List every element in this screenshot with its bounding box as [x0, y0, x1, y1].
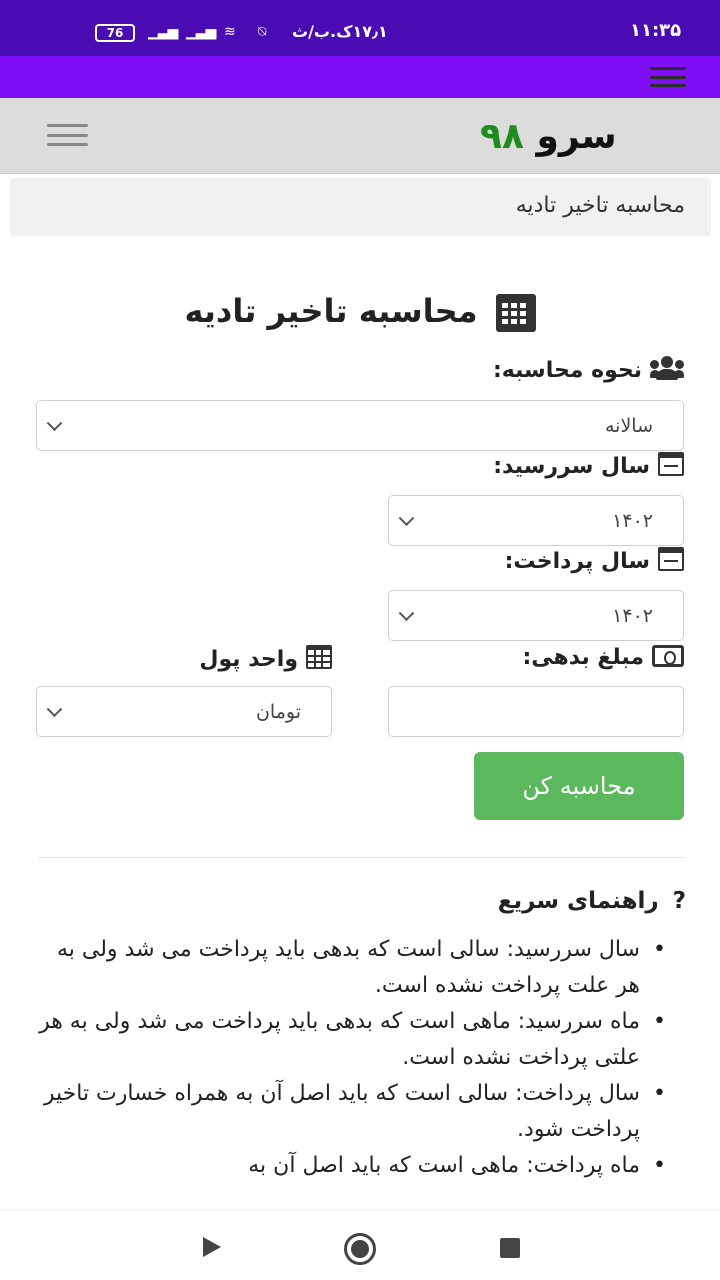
due-year-value: ۱۴۰۲: [612, 509, 653, 532]
currency-label-text: واحد پول: [199, 647, 298, 672]
cellular-signal-icon: ▁▃▅: [148, 24, 178, 40]
debt-amount-input[interactable]: [388, 686, 684, 737]
calendar-grid-icon: [306, 645, 332, 669]
breadcrumb: محاسبه تاخیر تادیه: [10, 178, 711, 236]
site-menu-icon[interactable]: [47, 124, 88, 146]
debt-amount-label-text: مبلغ بدهی:: [522, 645, 644, 670]
back-icon[interactable]: [203, 1237, 221, 1257]
calculate-button[interactable]: محاسبه کن: [474, 752, 684, 820]
help-list: سال سررسید: سالی است که بدهی باید پرداخت…: [34, 932, 666, 1184]
payment-year-label: سال پرداخت:: [505, 547, 684, 574]
due-year-label-text: سال سررسید:: [493, 454, 650, 479]
due-year-label: سال سررسید:: [493, 452, 684, 479]
payment-year-label-text: سال پرداخت:: [504, 549, 650, 574]
help-title: ? راهنمای سریع: [498, 888, 686, 914]
help-item: ماه پرداخت: ماهی است که باید اصل آن به: [34, 1148, 666, 1184]
debt-amount-label: مبلغ بدهی:: [522, 645, 684, 670]
money-icon: [652, 645, 684, 667]
muted-bell-icon: ⍉: [258, 24, 266, 40]
method-select[interactable]: سالانه: [36, 400, 684, 451]
question-icon: ?: [672, 888, 686, 914]
top-nav-bar: [0, 56, 720, 98]
method-label: نحوه محاسبه:: [493, 356, 684, 383]
screen: 76 ▁▃▅ ▁▃▅ ≋ ⍉ ۱۷٫۱ک.ب/ث ۱۱:۳۵ سرو ۹۸ مح…: [0, 0, 720, 1280]
chevron-down-icon: [398, 604, 415, 621]
network-speed: ۱۷٫۱ک.ب/ث: [292, 22, 388, 41]
users-icon: [650, 356, 684, 380]
home-icon[interactable]: [344, 1233, 376, 1265]
help-item: سال پرداخت: سالی است که باید اصل آن به ه…: [34, 1076, 666, 1148]
calendar-icon: [658, 452, 684, 476]
chevron-down-icon: [46, 700, 63, 717]
status-time: ۱۱:۳۵: [630, 20, 682, 41]
wifi-icon: ≋: [224, 24, 236, 40]
page-title-text: محاسبه تاخیر تادیه: [184, 292, 478, 330]
help-item: سال سررسید: سالی است که بدهی باید پرداخت…: [34, 932, 666, 1004]
divider: [38, 857, 684, 858]
currency-value: تومان: [255, 700, 301, 723]
recent-apps-icon[interactable]: [500, 1238, 520, 1258]
payment-year-value: ۱۴۰۲: [612, 604, 653, 627]
help-title-text: راهنمای سریع: [497, 888, 659, 914]
method-label-text: نحوه محاسبه:: [492, 358, 642, 383]
chevron-down-icon: [398, 509, 415, 526]
site-header: سرو ۹۸: [0, 98, 720, 174]
help-item: ماه سررسید: ماهی است که بدهی باید پرداخت…: [34, 1004, 666, 1076]
cellular-signal-2-icon: ▁▃▅: [186, 24, 216, 40]
calendar-icon: [658, 547, 684, 571]
logo-text: سرو: [536, 116, 617, 157]
chevron-down-icon: [46, 414, 63, 431]
battery-indicator: 76: [95, 24, 135, 42]
logo-number: ۹۸: [480, 116, 524, 157]
payment-year-select[interactable]: ۱۴۰۲: [388, 590, 684, 641]
site-logo[interactable]: سرو ۹۸: [480, 116, 617, 157]
currency-label: واحد پول: [199, 645, 332, 672]
system-nav-bar: [0, 1210, 720, 1280]
calculator-icon: [495, 294, 536, 332]
method-select-value: سالانه: [604, 414, 653, 437]
currency-select[interactable]: تومان: [36, 686, 332, 737]
status-bar: 76 ▁▃▅ ▁▃▅ ≋ ⍉ ۱۷٫۱ک.ب/ث ۱۱:۳۵: [0, 0, 720, 56]
page-title: محاسبه تاخیر تادیه: [100, 292, 620, 332]
due-year-select[interactable]: ۱۴۰۲: [388, 495, 684, 546]
top-menu-icon[interactable]: [650, 67, 686, 87]
